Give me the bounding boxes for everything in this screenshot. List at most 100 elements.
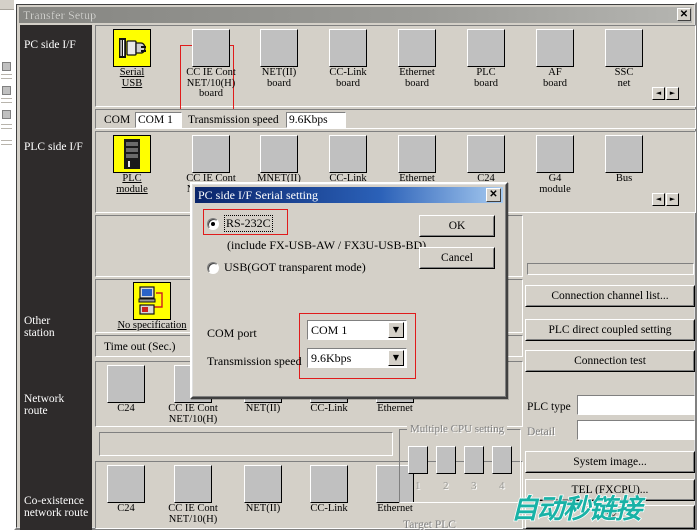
rs232c-radio-row[interactable]: RS-232C — [207, 215, 273, 232]
plc-device-label: G4 module — [539, 173, 571, 195]
connection-channel-list-button[interactable]: Connection channel list... — [525, 285, 695, 307]
plc-side-scroll-arrows[interactable]: ◄ ► — [652, 193, 679, 206]
scroll-left-icon[interactable]: ◄ — [652, 87, 665, 100]
dialog-titlebar: PC side I/F Serial setting ✕ — [195, 187, 503, 203]
usb-label: USB(GOT transparent mode) — [224, 260, 366, 274]
plc-device-c24[interactable]: C24 — [449, 135, 523, 185]
chevron-down-icon[interactable]: ▼ — [388, 350, 404, 366]
coexistence-route-net2[interactable]: NET(II) — [232, 465, 294, 515]
transmission-speed-select[interactable]: 9.6Kbps ▼ — [307, 348, 407, 368]
button-label: Connection channel list... — [551, 290, 669, 302]
multiple-cpu-number-4: 4 — [499, 480, 505, 492]
multiple-cpu-number-3: 3 — [471, 480, 477, 492]
pc-device-ethernet-board[interactable]: Ethernet board — [380, 29, 454, 89]
watermark: 自动秒链接 — [510, 494, 643, 526]
network-route-label: C24 — [117, 403, 135, 414]
pc-side-scroll-arrows[interactable]: ◄ ► — [652, 87, 679, 100]
multiple-cpu-button-1[interactable] — [408, 446, 428, 474]
button-label: PLC direct coupled setting — [548, 324, 672, 336]
multiple-cpu-button-3[interactable] — [464, 446, 484, 474]
com-port-select[interactable]: COM 1 ▼ — [307, 320, 407, 340]
plc-device-label: Bus — [615, 173, 633, 184]
coexistence-route-c24[interactable]: C24 — [98, 465, 154, 515]
screen: Transfer Setup ✕ PC side I/F PLC side I/… — [0, 0, 699, 530]
dialog-cancel-button[interactable]: Cancel — [419, 247, 495, 269]
pc-device-label: PLC board — [474, 67, 498, 89]
other-station-label: No specification — [117, 320, 187, 331]
serial-usb-icon — [113, 29, 151, 67]
multiple-cpu-button-2[interactable] — [436, 446, 456, 474]
scroll-right-icon[interactable]: ► — [666, 193, 679, 206]
network-route-c24[interactable]: C24 — [98, 365, 154, 415]
other-station-no-specification[interactable]: No specification — [102, 282, 202, 332]
network-route-label: Ethernet — [377, 403, 413, 414]
plc-device-bus[interactable]: Bus — [587, 135, 661, 185]
dialog-transmission-speed-value: 9.6Kbps — [311, 350, 352, 365]
plc-device-g4-module[interactable]: G4 module — [518, 135, 592, 195]
coexistence-route-label: CC IE Cont NET/10(H) — [168, 503, 218, 525]
titlebar: Transfer Setup ✕ — [19, 7, 692, 23]
plc-direct-coupled-setting-button[interactable]: PLC direct coupled setting — [525, 319, 695, 341]
com-port-value: COM 1 — [311, 322, 348, 337]
transmission-speed-label: Transmission speed — [188, 114, 279, 126]
plc-device-label: PLC module — [116, 173, 148, 195]
coexistence-route-cc-link[interactable]: CC-Link — [298, 465, 360, 515]
window-title: Transfer Setup — [23, 7, 97, 22]
scroll-left-icon[interactable]: ◄ — [652, 193, 665, 206]
scroll-right-icon[interactable]: ► — [666, 87, 679, 100]
com-port-label: COM port — [207, 326, 257, 340]
coexistence-route-label: Ethernet — [377, 503, 413, 514]
sidebar-label-coexistence-network-route: Co-existence network route — [24, 495, 89, 519]
button-label: Cancel — [441, 252, 473, 264]
pc-device-label: NET(II) board — [261, 67, 297, 89]
dialog-ok-button[interactable]: OK — [419, 215, 495, 237]
target-plc-label: Target PLC — [403, 519, 456, 530]
pc-device-label: SSC net — [614, 67, 634, 89]
pc-device-plc-board[interactable]: PLC board — [449, 29, 523, 89]
rs232c-radio[interactable] — [207, 217, 219, 230]
com-value: COM 1 — [135, 112, 182, 128]
right-top-separator — [527, 263, 694, 275]
close-icon[interactable]: ✕ — [677, 8, 691, 21]
button-label: OK — [448, 220, 466, 232]
chevron-down-icon[interactable]: ▼ — [388, 322, 404, 338]
system-image-button[interactable]: System image... — [525, 451, 695, 473]
usb-radio[interactable] — [207, 261, 219, 274]
section-label-column: PC side I/F PLC side I/F Other station Ne… — [20, 25, 92, 530]
pc-device-label: AF board — [543, 67, 567, 89]
pc-device-serial-usb[interactable]: Serial USB — [102, 29, 162, 89]
sidebar-label-pc-side-if: PC side I/F — [24, 39, 76, 51]
dialog-close-icon[interactable]: ✕ — [486, 188, 501, 202]
pc-side-if-panel: Serial USB CC IE Cont NET/10(H) board NE… — [95, 25, 696, 118]
plc-type-value — [577, 395, 695, 415]
sidebar-label-plc-side-if: PLC side I/F — [24, 141, 83, 153]
background-project-window — [0, 0, 14, 530]
coexistence-route-cc-ie-cont[interactable]: CC IE Cont NET/10(H) — [158, 465, 228, 525]
detail-value — [577, 420, 695, 440]
transmission-speed-value: 9.6Kbps — [286, 112, 346, 128]
plc-type-label: PLC type — [527, 401, 571, 413]
serial-setting-dialog: PC side I/F Serial setting ✕ RS-232C (in… — [190, 182, 508, 399]
multiple-cpu-number-1: 1 — [415, 480, 421, 492]
pc-device-cc-link-board[interactable]: CC-Link board — [311, 29, 385, 89]
pc-device-ssc-net[interactable]: SSC net — [587, 29, 661, 89]
rs232c-note: (include FX-USB-AW / FX3U-USB-BD) — [227, 238, 427, 252]
coexistence-route-label: C24 — [117, 503, 135, 514]
usb-radio-row[interactable]: USB(GOT transparent mode) — [207, 260, 366, 275]
multiple-cpu-button-4[interactable] — [492, 446, 512, 474]
button-label: System image... — [573, 456, 647, 468]
sidebar-label-other-station: Other station — [24, 315, 55, 339]
pc-device-cc-ie-cont[interactable]: CC IE Cont NET/10(H) board — [174, 29, 248, 100]
rs232c-label: RS-232C — [224, 215, 273, 232]
multiple-cpu-setting-title: Multiple CPU setting — [407, 423, 508, 435]
dialog-transmission-speed-label: Transmission speed — [207, 354, 302, 368]
connection-test-button[interactable]: Connection test — [525, 350, 695, 372]
dialog-title: PC side I/F Serial setting — [198, 187, 318, 202]
pc-device-label: CC IE Cont NET/10(H) board — [186, 67, 236, 99]
coexistence-route-label: NET(II) — [245, 503, 281, 514]
pc-device-net2-board[interactable]: NET(II) board — [242, 29, 316, 89]
plc-device-plc-module[interactable]: PLC module — [102, 135, 162, 195]
sidebar-label-network-route: Network route — [24, 393, 65, 417]
button-label: Connection test — [574, 355, 646, 367]
pc-device-af-board[interactable]: AF board — [518, 29, 592, 89]
